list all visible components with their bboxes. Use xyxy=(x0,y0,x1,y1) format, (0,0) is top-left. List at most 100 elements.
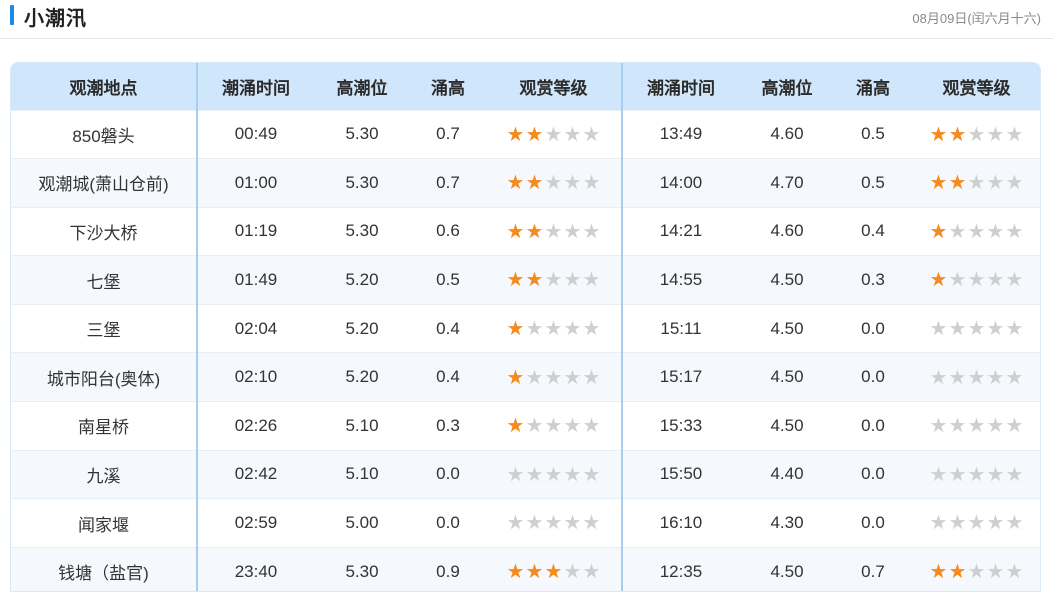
tide-time-1-cell: 02:26 xyxy=(196,401,314,451)
star-icon: ★ xyxy=(929,123,948,146)
star-icon: ★ xyxy=(948,172,967,195)
star-icon: ★ xyxy=(1005,560,1024,583)
star-icon: ★ xyxy=(506,123,525,146)
tide-time-2-cell: 15:17 xyxy=(621,352,739,402)
star-icon: ★ xyxy=(582,415,601,438)
table-row: 下沙大桥 01:19 5.30 0.6 ★ ★ ★ ★ ★ 14:21 4.60 0.4 ★ ★ ★ ★ ★ xyxy=(11,206,1040,256)
col-header-place: 观潮地点 xyxy=(69,78,138,98)
star-rating: ★ ★ ★ ★ ★ xyxy=(506,222,601,242)
star-rating: ★ ★ ★ ★ ★ xyxy=(929,173,1024,193)
surge-height-1-cell: 0.5 xyxy=(410,255,486,305)
star-rating: ★ ★ ★ ★ ★ xyxy=(929,270,1024,290)
star-icon: ★ xyxy=(506,463,525,486)
star-icon: ★ xyxy=(582,317,601,340)
star-icon: ★ xyxy=(1005,220,1024,243)
star-icon: ★ xyxy=(544,560,563,583)
rating-1-cell: ★ ★ ★ ★ ★ xyxy=(486,449,622,499)
surge-height-1-cell: 0.4 xyxy=(410,303,486,353)
tide-level-1-cell: 5.30 xyxy=(314,109,410,159)
star-rating: ★ ★ ★ ★ ★ xyxy=(506,319,601,339)
star-icon: ★ xyxy=(986,560,1005,583)
surge-height-1-cell: 0.4 xyxy=(410,352,486,402)
tide-time-2-cell: 16:10 xyxy=(621,498,739,548)
rating-2-cell: ★ ★ ★ ★ ★ xyxy=(911,449,1040,499)
star-icon: ★ xyxy=(563,366,582,389)
star-icon: ★ xyxy=(506,512,525,535)
place-cell: 三堡 xyxy=(11,303,197,353)
surge-height-2-cell: 0.3 xyxy=(835,255,911,305)
col-header-level-1: 高潮位 xyxy=(336,78,388,98)
star-icon: ★ xyxy=(582,366,601,389)
star-icon: ★ xyxy=(563,172,582,195)
star-icon: ★ xyxy=(506,220,525,243)
star-icon: ★ xyxy=(582,269,601,292)
star-icon: ★ xyxy=(506,415,525,438)
tide-time-1-cell: 01:00 xyxy=(196,158,314,208)
col-header-time-2: 潮涌时间 xyxy=(621,63,739,110)
rating-1-cell: ★ ★ ★ ★ ★ xyxy=(486,158,622,208)
star-rating: ★ ★ ★ ★ ★ xyxy=(506,368,601,388)
place-cell: 闻家堰 xyxy=(11,498,197,548)
section-title: 小潮汛 xyxy=(24,8,87,30)
star-icon: ★ xyxy=(544,415,563,438)
star-icon: ★ xyxy=(1005,123,1024,146)
col-header-rating-1: 观赏等级 xyxy=(519,78,588,98)
place-cell: 城市阳台(奥体) xyxy=(11,352,197,402)
surge-height-1-cell: 0.3 xyxy=(410,401,486,451)
surge-height-1-cell: 0.7 xyxy=(410,158,486,208)
star-icon: ★ xyxy=(506,317,525,340)
star-icon: ★ xyxy=(563,269,582,292)
star-icon: ★ xyxy=(544,317,563,340)
rating-2-cell: ★ ★ ★ ★ ★ xyxy=(911,158,1040,208)
tide-level-1-cell: 5.10 xyxy=(314,401,410,451)
col-header-surge-1: 涌高 xyxy=(431,78,465,98)
star-rating: ★ ★ ★ ★ ★ xyxy=(506,465,601,485)
tide-time-1-cell: 02:10 xyxy=(196,352,314,402)
place-cell: 钱塘（盐官) xyxy=(11,546,197,591)
star-icon: ★ xyxy=(929,366,948,389)
tide-time-2-cell: 12:35 xyxy=(621,546,739,591)
table-row: 九溪 02:42 5.10 0.0 ★ ★ ★ ★ ★ 15:50 4.40 0.0 ★ ★ ★ ★ ★ xyxy=(11,449,1040,499)
surge-height-1-cell: 0.0 xyxy=(410,498,486,548)
tide-level-2-cell: 4.50 xyxy=(739,303,835,353)
place-cell: 850磐头 xyxy=(11,109,197,159)
tide-time-1-cell: 01:49 xyxy=(196,255,314,305)
table-row: 850磐头 00:49 5.30 0.7 ★ ★ ★ ★ ★ 13:49 4.60 0.5 ★ ★ ★ ★ ★ xyxy=(11,109,1040,159)
star-icon: ★ xyxy=(582,512,601,535)
star-icon: ★ xyxy=(929,317,948,340)
rating-2-cell: ★ ★ ★ ★ ★ xyxy=(911,546,1040,591)
star-icon: ★ xyxy=(967,415,986,438)
col-header-rating-2: 观赏等级 xyxy=(942,78,1011,98)
star-rating: ★ ★ ★ ★ ★ xyxy=(929,416,1024,436)
star-icon: ★ xyxy=(544,220,563,243)
tide-level-1-cell: 5.20 xyxy=(314,352,410,402)
star-icon: ★ xyxy=(948,560,967,583)
star-icon: ★ xyxy=(929,560,948,583)
tide-time-2-cell: 13:49 xyxy=(621,109,739,159)
star-icon: ★ xyxy=(967,512,986,535)
rating-1-cell: ★ ★ ★ ★ ★ xyxy=(486,498,622,548)
star-icon: ★ xyxy=(948,366,967,389)
tide-time-1-cell: 02:59 xyxy=(196,498,314,548)
tide-level-2-cell: 4.70 xyxy=(739,158,835,208)
section-header: 小潮汛 08月09日(闰六月十六) xyxy=(0,0,1053,39)
tide-level-1-cell: 5.30 xyxy=(314,158,410,208)
tide-level-1-cell: 5.30 xyxy=(314,546,410,591)
tide-level-1-cell: 5.20 xyxy=(314,303,410,353)
surge-height-2-cell: 0.0 xyxy=(835,352,911,402)
star-icon: ★ xyxy=(986,172,1005,195)
star-icon: ★ xyxy=(525,415,544,438)
tide-time-2-cell: 14:00 xyxy=(621,158,739,208)
rating-2-cell: ★ ★ ★ ★ ★ xyxy=(911,352,1040,402)
tide-level-2-cell: 4.60 xyxy=(739,109,835,159)
tide-time-2-cell: 15:50 xyxy=(621,449,739,499)
rating-2-cell: ★ ★ ★ ★ ★ xyxy=(911,401,1040,451)
star-icon: ★ xyxy=(525,317,544,340)
star-rating: ★ ★ ★ ★ ★ xyxy=(929,465,1024,485)
surge-height-2-cell: 0.0 xyxy=(835,498,911,548)
star-icon: ★ xyxy=(929,415,948,438)
star-rating: ★ ★ ★ ★ ★ xyxy=(929,125,1024,145)
star-icon: ★ xyxy=(948,220,967,243)
star-icon: ★ xyxy=(967,366,986,389)
star-icon: ★ xyxy=(967,317,986,340)
